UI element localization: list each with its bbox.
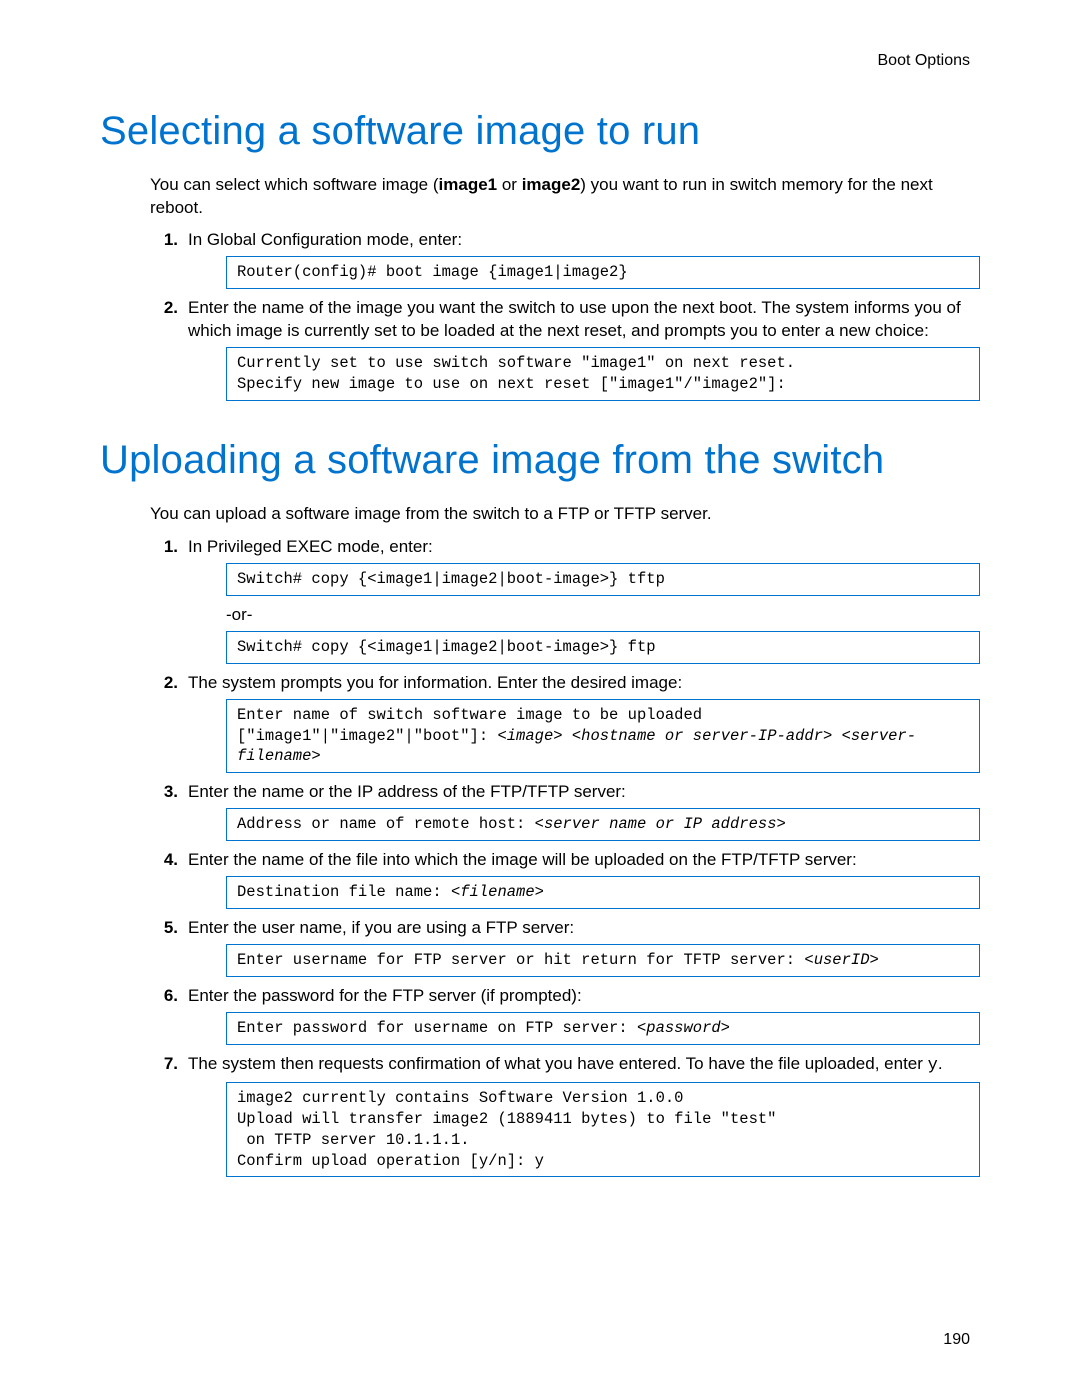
code-block: Enter password for username on FTP serve… [226,1012,980,1045]
code-plain: Address or name of remote host: [237,815,535,833]
text: You can select which software image ( [150,175,439,194]
code-block: Currently set to use switch software "im… [226,347,980,401]
text: or [497,175,522,194]
step-text: In Privileged EXEC mode, enter: [188,537,433,556]
code-italic: <server name or IP address> [535,815,786,833]
step-number: 3. [150,781,178,804]
code-italic: <password> [637,1019,730,1037]
code-block: Router(config)# boot image {image1|image… [226,256,980,289]
section2-intro: You can upload a software image from the… [150,503,980,526]
bold-image1: image1 [439,175,498,194]
heading-upload-image: Uploading a software image from the swit… [100,433,980,487]
section1-steps: 1. In Global Configuration mode, enter: … [150,229,980,401]
list-item: 2. Enter the name of the image you want … [150,297,980,401]
list-item: 4. Enter the name of the file into which… [150,849,980,909]
step-number: 4. [150,849,178,872]
code-block: Address or name of remote host: <server … [226,808,980,841]
step-text: The system then requests confirmation of… [188,1054,943,1073]
step-number: 5. [150,917,178,940]
step-number: 2. [150,297,178,320]
step-text: Enter the name of the image you want the… [188,298,961,340]
section1-intro: You can select which software image (ima… [150,174,980,220]
code-block: image2 currently contains Software Versi… [226,1082,980,1178]
code-block: Enter username for FTP server or hit ret… [226,944,980,977]
text: The system then requests confirmation of… [188,1054,928,1073]
code-plain: Enter password for username on FTP serve… [237,1019,637,1037]
step-number: 2. [150,672,178,695]
section1-body: You can select which software image (ima… [150,174,980,401]
step-text: Enter the password for the FTP server (i… [188,986,582,1005]
code-plain: Destination file name: [237,883,451,901]
step-number: 7. [150,1053,178,1076]
section2-body: You can upload a software image from the… [150,503,980,1177]
list-item: 1. In Global Configuration mode, enter: … [150,229,980,289]
code-block: Enter name of switch software image to b… [226,699,980,774]
list-item: 1. In Privileged EXEC mode, enter: Switc… [150,536,980,664]
code-block: Switch# copy {<image1|image2|boot-image>… [226,631,980,664]
text: . [938,1054,943,1073]
step-text: Enter the name or the IP address of the … [188,782,626,801]
step-number: 1. [150,229,178,252]
code-plain: Enter username for FTP server or hit ret… [237,951,804,969]
list-item: 3. Enter the name or the IP address of t… [150,781,980,841]
list-item: 5. Enter the user name, if you are using… [150,917,980,977]
page-number: 190 [943,1329,970,1351]
running-head: Boot Options [100,50,980,72]
heading-select-image: Selecting a software image to run [100,104,980,158]
code-italic: <filename> [451,883,544,901]
or-label: -or- [226,604,980,627]
code-block: Switch# copy {<image1|image2|boot-image>… [226,563,980,596]
step-number: 1. [150,536,178,559]
page: Boot Options Selecting a software image … [0,0,1080,1397]
step-text: Enter the name of the file into which th… [188,850,857,869]
list-item: 2. The system prompts you for informatio… [150,672,980,774]
step-number: 6. [150,985,178,1008]
bold-image2: image2 [522,175,581,194]
step-text: Enter the user name, if you are using a … [188,918,574,937]
code-italic: <userID> [804,951,878,969]
step-text: In Global Configuration mode, enter: [188,230,462,249]
list-item: 6. Enter the password for the FTP server… [150,985,980,1045]
step-text: The system prompts you for information. … [188,673,682,692]
list-item: 7. The system then requests confirmation… [150,1053,980,1178]
section2-steps: 1. In Privileged EXEC mode, enter: Switc… [150,536,980,1177]
inline-mono: y [928,1056,938,1075]
code-block: Destination file name: <filename> [226,876,980,909]
